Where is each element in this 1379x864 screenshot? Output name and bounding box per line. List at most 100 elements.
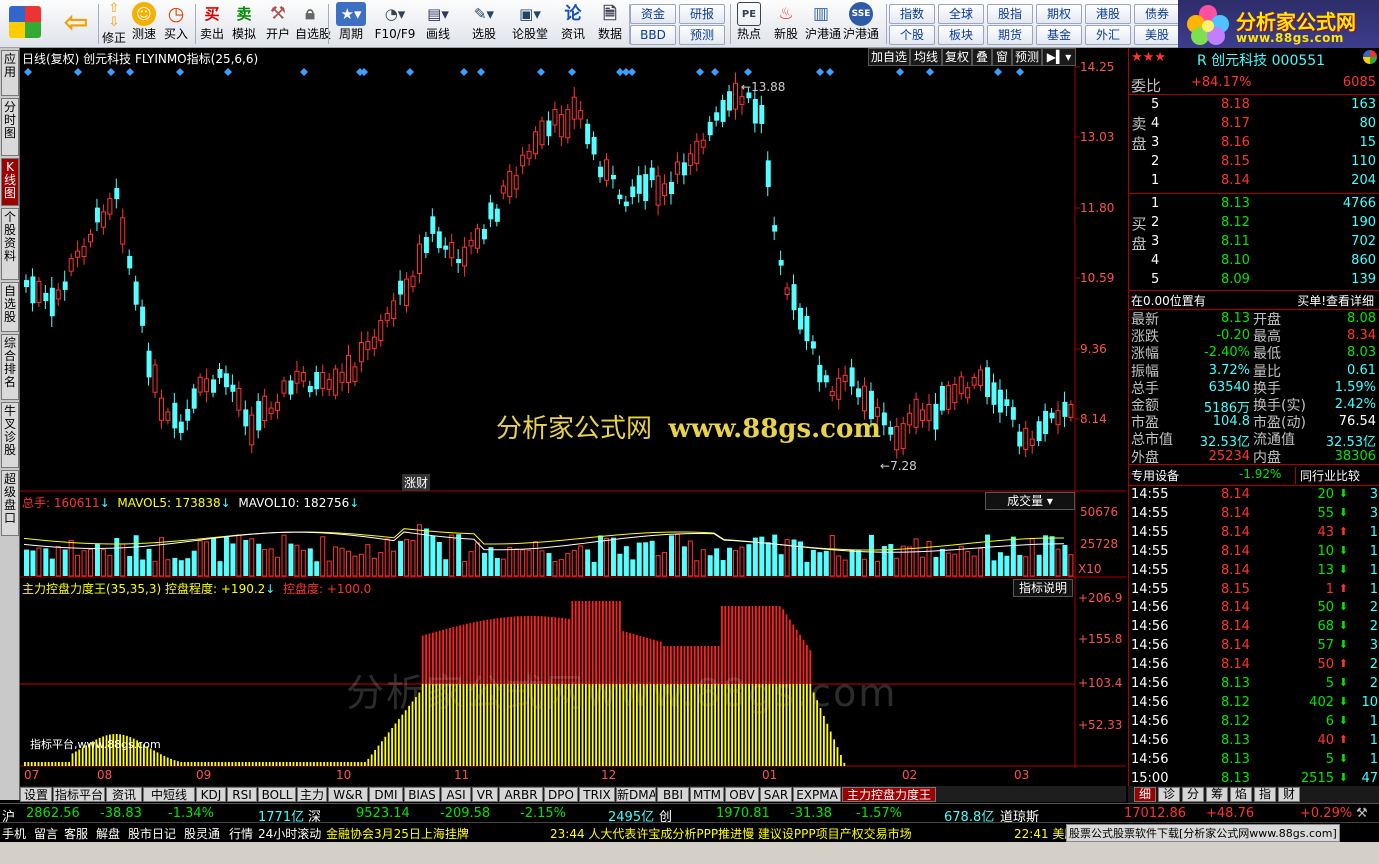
window-button[interactable]: 窗 <box>992 48 1012 66</box>
left-tab-ranking[interactable]: 综合排名 <box>1 334 19 400</box>
rolling-news-button[interactable]: 24小时滚动 <box>258 825 321 842</box>
f10-button[interactable]: ▤▾ 画线 <box>417 2 459 46</box>
left-tab-intraday[interactable]: 分时图 <box>1 98 19 156</box>
index-button[interactable]: 指数 <box>889 4 935 24</box>
analysis-button[interactable]: 解盘 <box>96 825 120 842</box>
sell-level-row[interactable]: 4 8.17 80 <box>1129 115 1379 134</box>
right-panel-tab[interactable]: 分 <box>1182 787 1204 802</box>
buy-level-row[interactable]: 5 8.09 139 <box>1129 271 1379 290</box>
compare-button[interactable]: 同行业比较 <box>1295 467 1360 484</box>
sell-level-row[interactable]: 5 8.18 163 <box>1129 96 1379 115</box>
forum-button[interactable]: 论 资讯 <box>553 2 593 46</box>
wrench-icon[interactable]: ⚒ <box>1356 806 1368 821</box>
capital-button[interactable]: 资金 <box>630 4 676 24</box>
right-panel-tab[interactable]: 诊 <box>1158 787 1180 802</box>
stock-menu-icon[interactable] <box>1363 50 1377 64</box>
indicator-tab[interactable]: BIAS <box>404 787 440 802</box>
indicator-tab[interactable]: 主力 <box>297 787 327 802</box>
forex-button[interactable]: 外汇 <box>1085 25 1131 45</box>
indicator-tab[interactable]: BBI <box>657 787 689 802</box>
us-stock-button[interactable]: 美股 <box>1134 25 1180 45</box>
data-button[interactable]: PE 热点 <box>733 2 765 46</box>
panel-toggle-button[interactable]: ▶▍▾ <box>1042 48 1076 66</box>
left-tab-kline[interactable]: K线图 <box>1 158 19 206</box>
hk-stock-button[interactable]: 港股 <box>1085 4 1131 24</box>
bond-button[interactable]: 债券 <box>1134 4 1180 24</box>
news-button[interactable]: 🗎︎ 数据 <box>594 2 626 46</box>
volume-select[interactable]: 成交量 ▾ <box>985 492 1075 510</box>
indicator-tab[interactable]: ASI <box>441 787 471 802</box>
right-panel-tab[interactable]: 焰 <box>1230 787 1252 802</box>
back-button[interactable]: ⇦ <box>56 2 96 46</box>
indicator-tab[interactable]: DMI <box>369 787 403 802</box>
bbd-button[interactable]: BBD <box>630 25 676 45</box>
indicator-help-button[interactable]: 指标说明 <box>1013 579 1073 597</box>
left-tab-super-book[interactable]: 超级盘口 <box>1 470 19 536</box>
indicator-tab[interactable]: RSI <box>227 787 257 802</box>
simulate-button[interactable]: ⚒ 开户 <box>262 2 294 46</box>
up-down-button[interactable]: ⇧ ⇩ 修正 <box>100 2 128 46</box>
refresh-button[interactable]: ☺ 测速 <box>128 2 160 46</box>
futures-button[interactable]: 期货 <box>987 25 1033 45</box>
sell-button[interactable]: 卖 模拟 <box>228 2 260 46</box>
left-tab-diagnosis[interactable]: 牛叉诊股 <box>1 402 19 468</box>
buy-level-row[interactable]: 1 8.13 4766 <box>1129 195 1379 214</box>
hk-connect-button[interactable]: SSE 沪港通 沪港通 <box>840 2 882 46</box>
global-button[interactable]: 全球 <box>938 4 984 24</box>
options-button[interactable]: 期权 <box>1036 4 1082 24</box>
forecast-button[interactable]: 预测 <box>679 25 725 45</box>
menu-button[interactable] <box>6 2 44 46</box>
period-button[interactable]: ◔▾ F10/F9 <box>374 2 416 46</box>
indicator-tab[interactable]: 资讯 <box>106 787 142 802</box>
news-item[interactable]: 金融协会3月25日上海挂牌 <box>326 825 469 842</box>
open-account-button[interactable]: 🔒︎ 自选股 <box>295 2 331 46</box>
restore-button[interactable]: 复权 <box>942 48 972 66</box>
indicator-tab[interactable]: 新DMA <box>616 787 656 802</box>
fund-button[interactable]: 基金 <box>1036 25 1082 45</box>
sell-level-row[interactable]: 3 8.16 15 <box>1129 134 1379 153</box>
indicator-tab[interactable]: KDJ <box>196 787 226 802</box>
sell-level-row[interactable]: 2 8.15 110 <box>1129 153 1379 172</box>
ma-button[interactable]: 均线 <box>910 48 942 66</box>
diary-button[interactable]: 股市日记 <box>128 825 176 842</box>
indicator-tab[interactable]: W&R <box>328 787 368 802</box>
buy-level-row[interactable]: 4 8.10 860 <box>1129 252 1379 271</box>
indicator-tab[interactable]: 主力控盘力度王 <box>842 787 936 802</box>
single-stock-button[interactable]: 个股 <box>889 25 935 45</box>
left-tab-profile[interactable]: 个股资料 <box>1 208 19 280</box>
stock-select-button[interactable]: ▣▾ 论股堂 <box>509 2 551 46</box>
stock-spirit-button[interactable]: 股灵通 <box>184 825 220 842</box>
indicator-tab[interactable]: OBV <box>725 787 759 802</box>
add-watch-button[interactable]: 加自选 <box>868 48 910 66</box>
sell-level-row[interactable]: 1 8.14 204 <box>1129 172 1379 191</box>
right-panel-tab[interactable]: 指 <box>1254 787 1276 802</box>
indicator-tab[interactable]: DPO <box>544 787 578 802</box>
mobile-button[interactable]: 手机 <box>2 825 26 842</box>
indicator-tab[interactable]: 设置 <box>20 787 52 802</box>
right-panel-tab[interactable]: 细 <box>1134 787 1156 802</box>
forecast-chart-button[interactable]: 预测 <box>1012 48 1042 66</box>
research-button[interactable]: 研报 <box>679 4 725 24</box>
indicator-tab[interactable]: VR <box>472 787 498 802</box>
hotspot-button[interactable]: ♨ 新股 <box>770 2 802 46</box>
indicator-tab[interactable]: MTM <box>690 787 724 802</box>
watchlist-button[interactable]: ★▾ 周期 <box>331 2 371 46</box>
indicator-tab[interactable]: SAR <box>760 787 792 802</box>
speedtest-button[interactable]: ◷ 买入 <box>160 2 192 46</box>
indicator-tab[interactable]: TRIX <box>579 787 615 802</box>
buy-level-row[interactable]: 2 8.12 190 <box>1129 214 1379 233</box>
left-tab-apps[interactable]: 应用 <box>1 50 19 96</box>
sector-button[interactable]: 板块 <box>938 25 984 45</box>
sector-label[interactable]: 专用设备 <box>1131 467 1179 484</box>
indicator-tab[interactable]: ARBR <box>499 787 543 802</box>
promo-banner[interactable]: 股票公式股票软件下载[分析家公式网www.88gs.com] <box>1066 824 1340 842</box>
right-panel-tab[interactable]: 财 <box>1278 787 1300 802</box>
indicator-tab[interactable]: 指标平台 <box>53 787 105 802</box>
ipo-button[interactable]: ▥ 沪港通 <box>805 2 841 46</box>
draw-line-button[interactable]: ✎▾ 选股 <box>463 2 505 46</box>
indicator-tab[interactable]: BOLL <box>258 787 296 802</box>
event-marker[interactable]: 涨财 <box>402 474 431 491</box>
news-item[interactable]: 23:44 人大代表许宝成分析PPP推进慢 建议设PPP项目产权交易市场 <box>550 825 912 842</box>
left-tab-watchlist[interactable]: 自选股 <box>1 282 19 332</box>
buy-button[interactable]: 买 买入 买入 卖出 <box>197 2 227 46</box>
